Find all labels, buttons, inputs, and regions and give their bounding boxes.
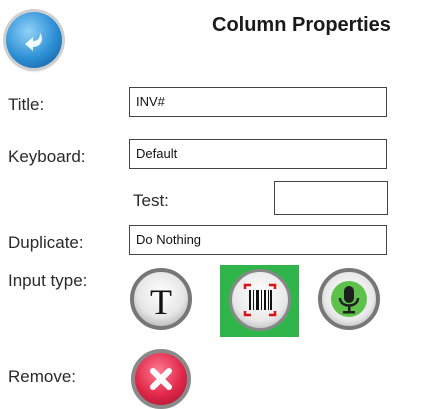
input-type-label: Input type:	[8, 271, 88, 290]
keyboard-field[interactable]: Default	[129, 139, 387, 169]
test-field[interactable]	[274, 181, 388, 215]
text-input-type-button[interactable]: T	[130, 268, 192, 330]
title-label: Title:	[8, 95, 45, 114]
back-button[interactable]	[6, 12, 62, 68]
remove-column-button[interactable]	[131, 349, 191, 409]
microphone-input-type-button[interactable]	[318, 268, 380, 330]
barcode-input-type-button[interactable]	[229, 269, 291, 331]
page-title: Column Properties	[212, 14, 391, 36]
back-arrow-icon	[25, 33, 42, 51]
microphone-icon	[331, 281, 367, 317]
title-field[interactable]: INV#	[129, 87, 387, 117]
test-label: Test:	[133, 191, 169, 210]
remove-label: Remove:	[8, 367, 77, 386]
text-type-icon: T	[150, 282, 172, 322]
keyboard-label: Keyboard:	[8, 147, 86, 166]
barcode-scan-icon	[243, 283, 277, 317]
duplicate-label: Duplicate:	[8, 233, 84, 252]
remove-x-icon	[150, 368, 172, 390]
duplicate-field[interactable]: Do Nothing	[129, 225, 387, 255]
